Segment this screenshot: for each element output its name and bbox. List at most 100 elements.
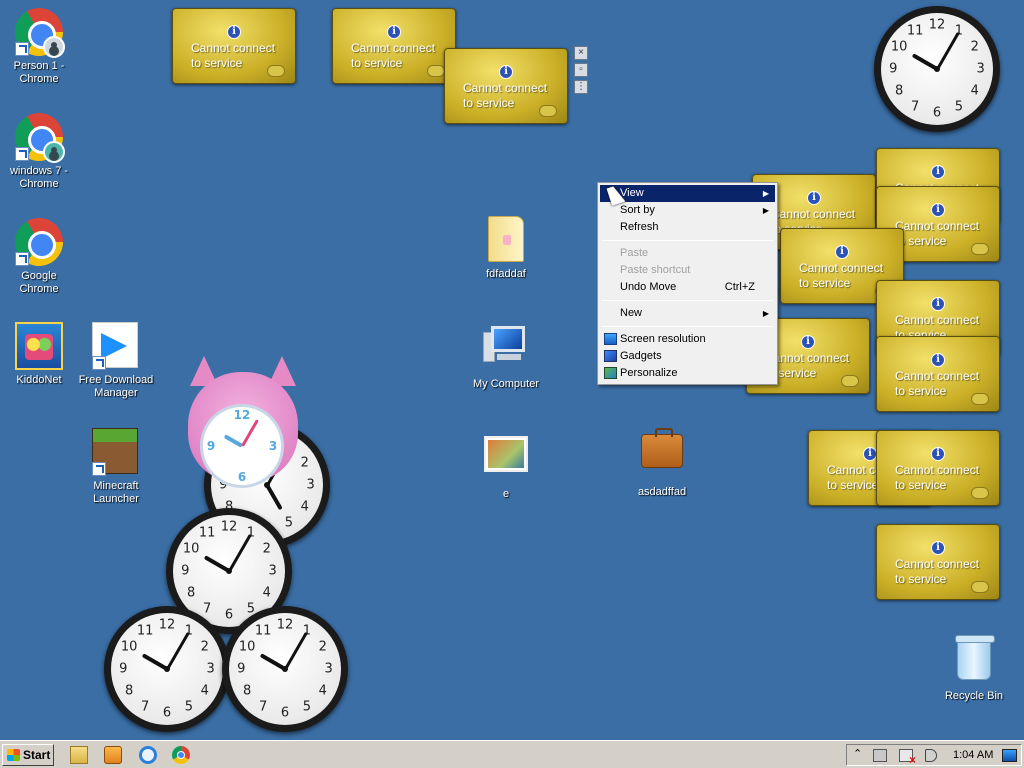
gadgets-icon	[604, 350, 617, 362]
clock-numeral: 12	[928, 17, 946, 33]
menu-item-label: Screen resolution	[620, 333, 706, 345]
clock-numeral: 2	[970, 39, 979, 55]
clock-numeral: 6	[280, 705, 290, 721]
gadget-message: Cannot connectto service	[895, 557, 979, 587]
analog-clock-gadget[interactable]: 121234567891011	[222, 606, 348, 732]
info-icon[interactable]: i	[835, 245, 849, 259]
weather-gadget[interactable]: i Cannot connectto service	[876, 336, 1000, 412]
menu-item-label: New	[620, 307, 643, 319]
clock-numeral: 7	[141, 699, 150, 715]
image-file-icon	[484, 436, 528, 472]
menu-item-view[interactable]: View ▶	[600, 185, 775, 202]
clock-numeral: 7	[259, 699, 268, 715]
icon-label: windows 7 - Chrome	[9, 165, 69, 190]
media-player-icon[interactable]	[104, 746, 122, 764]
gadget-message: Cannot connectto service	[895, 219, 979, 249]
chrome-icon[interactable]	[172, 746, 190, 764]
weather-gadget[interactable]: i Cannot connectto service	[332, 8, 456, 84]
weather-gadget[interactable]: i Cannot connectto service	[876, 430, 1000, 506]
submenu-arrow-icon: ▶	[762, 309, 769, 318]
clock-numeral: 11	[198, 525, 216, 541]
info-icon[interactable]: i	[931, 447, 945, 461]
menu-item-label: Refresh	[620, 221, 659, 233]
chrome-icon	[15, 218, 63, 266]
clock-numeral: 10	[890, 39, 908, 55]
drag-handle-icon[interactable]: ⋮	[574, 80, 588, 94]
info-icon[interactable]: i	[931, 353, 945, 367]
icon-label: Google Chrome	[19, 270, 59, 295]
windows7-chrome-shortcut[interactable]: windows 7 - Chrome	[1, 113, 77, 191]
info-icon[interactable]: i	[227, 25, 241, 39]
icon-label: Minecraft Launcher	[93, 480, 139, 505]
gadget-controls: × ▫ ⋮	[574, 46, 588, 100]
explorer-icon[interactable]	[70, 746, 88, 764]
clock-numeral: 8	[187, 585, 196, 601]
clock-numeral: 2	[318, 639, 327, 655]
menu-item-label: Personalize	[620, 367, 678, 379]
info-icon[interactable]: i	[863, 447, 877, 461]
internet-explorer-icon[interactable]	[139, 746, 157, 764]
info-icon[interactable]: i	[801, 335, 815, 349]
show-desktop-icon[interactable]	[1002, 749, 1017, 762]
show-hidden-icons-button[interactable]: ⌃	[853, 747, 862, 760]
menu-item-label: Paste	[620, 247, 649, 259]
recycle-bin-icon	[955, 635, 995, 680]
menu-item-personalize[interactable]: Personalize	[600, 365, 775, 382]
recycle-bin[interactable]: Recycle Bin	[936, 635, 1012, 703]
action-center-icon[interactable]	[873, 749, 887, 762]
info-icon[interactable]: i	[387, 25, 401, 39]
menu-item-undo-move[interactable]: Undo Move Ctrl+Z	[600, 279, 775, 296]
info-icon[interactable]: i	[807, 191, 821, 205]
network-disconnected-icon[interactable]	[899, 749, 916, 767]
free-download-manager-shortcut[interactable]: Free Download Manager	[78, 322, 154, 400]
icon-label: Person 1 - Chrome	[13, 60, 65, 85]
menu-item-label: Undo Move	[620, 281, 677, 293]
clock-numeral: 9	[181, 563, 190, 579]
menu-item-new[interactable]: New ▶	[600, 305, 775, 322]
menu-item-refresh[interactable]: Refresh	[600, 219, 775, 236]
fdfaddaf-folder[interactable]: fdfaddaf	[468, 216, 544, 281]
desktop[interactable]: Person 1 - Chrome windows 7 - Chrome Goo…	[0, 0, 1024, 740]
weather-gadget[interactable]: i Cannot connectto service	[876, 524, 1000, 600]
minecraft-launcher-shortcut[interactable]: Minecraft Launcher	[78, 428, 154, 506]
info-icon[interactable]: i	[931, 165, 945, 179]
start-button[interactable]: Start	[2, 744, 54, 766]
gadget-options-icon[interactable]: ▫	[574, 63, 588, 77]
menu-item-label: Gadgets	[620, 350, 662, 362]
clock-numeral: 12	[276, 617, 294, 633]
gadget-message: Cannot connectto service	[351, 41, 435, 71]
menu-item-sort-by[interactable]: Sort by ▶	[600, 202, 775, 219]
taskbar-clock[interactable]: 1:04 AM	[953, 749, 993, 761]
clock-numeral: 3	[268, 439, 278, 453]
service-icon	[267, 65, 285, 77]
weather-gadget[interactable]: i Cannot connectto service	[172, 8, 296, 84]
clock-numeral: 3	[268, 563, 277, 579]
person1-chrome-shortcut[interactable]: Person 1 - Chrome	[1, 8, 77, 86]
clock-numeral: 11	[254, 623, 272, 639]
kiddonet-shortcut[interactable]: KiddoNet	[1, 322, 77, 387]
info-icon[interactable]: i	[931, 541, 945, 555]
e-file[interactable]: e	[468, 430, 544, 501]
clock-numeral: 6	[162, 705, 172, 721]
info-icon[interactable]: i	[931, 203, 945, 217]
google-chrome-shortcut[interactable]: Google Chrome	[1, 218, 77, 296]
analog-clock-gadget[interactable]: 121234567891011	[104, 606, 230, 732]
gadget-message-line: to service	[895, 234, 947, 248]
info-icon[interactable]: i	[499, 65, 513, 79]
gadget-message-line: Cannot connect	[771, 207, 856, 221]
menu-item-label: Paste shortcut	[620, 264, 691, 276]
asdadffad-file[interactable]: asdadffad	[624, 426, 700, 499]
menu-separator	[602, 240, 773, 241]
weather-gadget[interactable]: i Cannot connectto service	[444, 48, 568, 124]
menu-item-screen-resolution[interactable]: Screen resolution	[600, 331, 775, 348]
kitty-clock-gadget[interactable]: 12 3 6 9	[184, 356, 302, 490]
info-icon[interactable]: i	[931, 297, 945, 311]
shortcut-arrow-icon	[15, 147, 29, 161]
volume-icon[interactable]	[925, 749, 937, 762]
menu-item-gadgets[interactable]: Gadgets	[600, 348, 775, 365]
kiddonet-icon	[15, 322, 63, 370]
close-icon[interactable]: ×	[574, 46, 588, 60]
service-icon	[841, 375, 859, 387]
analog-clock-gadget[interactable]: 121234567891011	[874, 6, 1000, 132]
my-computer-icon-item[interactable]: My Computer	[468, 322, 544, 391]
